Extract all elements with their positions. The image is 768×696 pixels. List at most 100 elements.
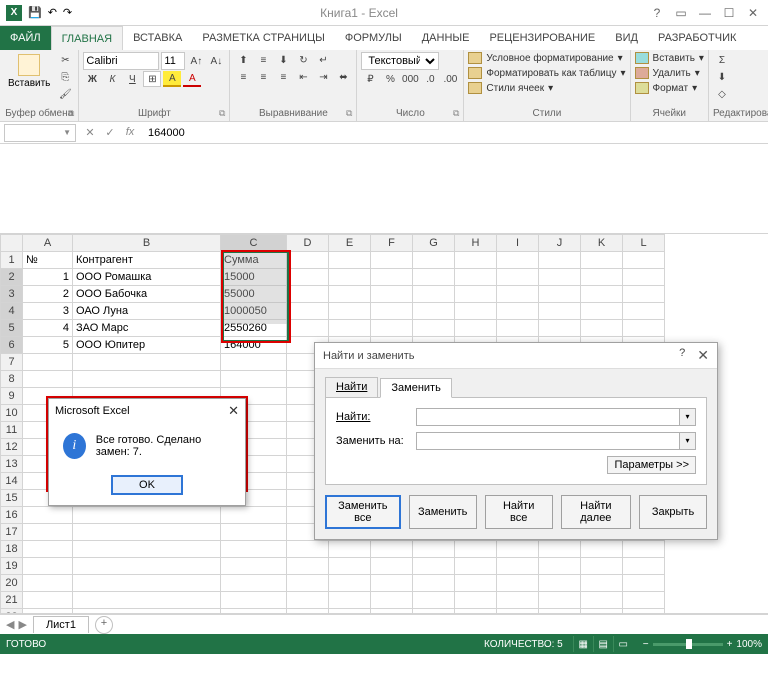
cell[interactable] [23,507,73,524]
chevron-down-icon[interactable]: ▾ [680,408,696,426]
col-header[interactable]: B [73,235,221,252]
cell[interactable] [581,575,623,592]
cell[interactable] [287,252,329,269]
cell[interactable] [287,320,329,337]
cell[interactable] [623,558,665,575]
grow-font-icon[interactable]: A↑ [187,53,205,69]
fill-color-icon[interactable]: A [163,71,181,87]
tab-view[interactable]: ВИД [605,26,648,50]
cell[interactable]: 1 [23,269,73,286]
accept-formula-icon[interactable]: ✓ [102,126,118,139]
col-header[interactable]: D [287,235,329,252]
tab-developer[interactable]: РАЗРАБОТЧИК [648,26,746,50]
help-icon[interactable]: ? [646,4,668,22]
row-header[interactable]: 3 [1,286,23,303]
tab-insert[interactable]: ВСТАВКА [123,26,192,50]
cell[interactable] [581,286,623,303]
cell[interactable] [413,303,455,320]
cell[interactable] [623,575,665,592]
tab-replace[interactable]: Заменить [380,378,451,398]
close-button[interactable]: Закрыть [639,495,707,529]
row-header[interactable]: 7 [1,354,23,371]
launcher-icon[interactable]: ⧉ [219,108,225,119]
cell[interactable] [287,558,329,575]
add-sheet-button[interactable]: + [95,616,113,634]
cell[interactable] [497,286,539,303]
cell[interactable] [221,354,287,371]
ribbon-opts-icon[interactable]: ▭ [670,4,692,22]
col-header[interactable]: I [497,235,539,252]
cell[interactable] [371,303,413,320]
cell[interactable]: 1000050 [221,303,287,320]
cell[interactable] [581,252,623,269]
cell[interactable] [73,541,221,558]
indent-inc-icon[interactable]: ⇥ [314,69,332,85]
close-icon[interactable]: ✕ [742,4,764,22]
col-header[interactable]: F [371,235,413,252]
row-header[interactable]: 5 [1,320,23,337]
cell[interactable] [371,252,413,269]
zoom-label[interactable]: 100% [736,639,762,650]
number-format-select[interactable]: Текстовый [361,52,439,70]
align-mid-icon[interactable]: ≡ [254,52,272,68]
cell[interactable] [73,354,221,371]
cell[interactable] [455,558,497,575]
cell[interactable] [329,303,371,320]
params-button[interactable]: Параметры >> [607,456,696,474]
row-header[interactable]: 11 [1,422,23,439]
cell[interactable] [371,575,413,592]
sheet-tab[interactable]: Лист1 [33,616,89,633]
cell[interactable] [497,320,539,337]
dialog-help-icon[interactable]: ? [679,347,685,364]
col-header[interactable]: C [221,235,287,252]
cell[interactable] [581,558,623,575]
cell[interactable]: ООО Юпитер [73,337,221,354]
cell[interactable] [73,371,221,388]
cell[interactable] [497,541,539,558]
cell[interactable] [329,575,371,592]
view-layout-icon[interactable]: ▤ [593,636,613,652]
cell[interactable] [413,252,455,269]
cell[interactable] [23,575,73,592]
sheet-nav-next-icon[interactable]: ▶ [18,618,26,631]
cell[interactable]: 164000 [221,337,287,354]
cancel-formula-icon[interactable]: ✕ [82,126,98,139]
cell[interactable] [497,592,539,609]
zoom-slider[interactable] [653,643,723,646]
cell[interactable] [23,354,73,371]
cell[interactable] [371,609,413,615]
cell[interactable] [623,303,665,320]
cell[interactable]: Сумма [221,252,287,269]
insert-cells-button[interactable]: Вставить ▾ [635,52,704,64]
find-next-button[interactable]: Найти далее [561,495,631,529]
cell[interactable] [371,541,413,558]
cell[interactable] [539,252,581,269]
find-all-button[interactable]: Найти все [485,495,553,529]
cell[interactable] [455,286,497,303]
cell[interactable]: 3 [23,303,73,320]
tab-formulas[interactable]: ФОРМУЛЫ [335,26,412,50]
cell[interactable] [623,286,665,303]
row-header[interactable]: 4 [1,303,23,320]
launcher-icon[interactable]: ⧉ [453,108,459,119]
font-size-select[interactable] [161,52,185,70]
tab-file[interactable]: ФАЙЛ [0,26,51,50]
cell[interactable] [455,252,497,269]
row-header[interactable]: 14 [1,473,23,490]
cell[interactable] [221,524,287,541]
cell[interactable] [287,269,329,286]
cell[interactable] [329,558,371,575]
cell[interactable] [581,320,623,337]
row-header[interactable]: 2 [1,269,23,286]
col-header[interactable]: H [455,235,497,252]
cell[interactable] [455,320,497,337]
cell[interactable] [287,541,329,558]
indent-dec-icon[interactable]: ⇤ [294,69,312,85]
cell[interactable] [581,303,623,320]
row-header[interactable]: 1 [1,252,23,269]
cond-format-button[interactable]: Условное форматирование ▾ [468,52,622,64]
sheet-nav-prev-icon[interactable]: ◀ [6,618,14,631]
formula-input[interactable] [144,124,768,142]
fx-icon[interactable]: fx [122,126,138,139]
cell[interactable] [623,541,665,558]
